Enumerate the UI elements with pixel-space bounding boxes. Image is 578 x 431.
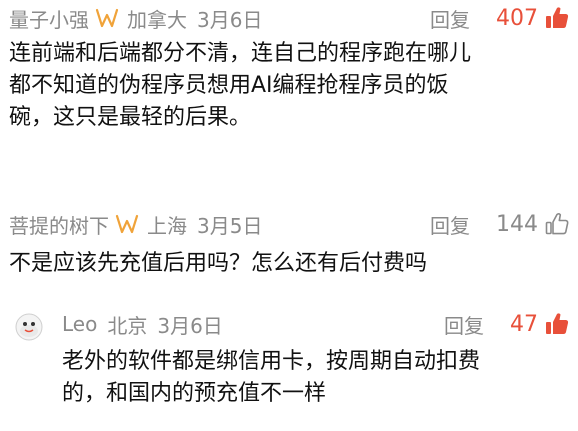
comment-date: 3月6日 — [197, 7, 263, 32]
vip-badge-icon — [115, 214, 139, 234]
comment-meta: Leo 北京 3月6日 回复 47 — [62, 310, 570, 338]
reply-item: Leo 北京 3月6日 回复 47 老外的软件都是绑信用卡，按周期自动扣费 的，… — [0, 300, 578, 431]
thumbs-up-icon[interactable] — [544, 211, 570, 237]
thumbs-up-icon[interactable] — [544, 5, 570, 31]
comment-username[interactable]: 量子小强 — [9, 4, 89, 33]
like-count: 47 — [510, 311, 538, 337]
comment-text: 连前端和后端都分不清，连自己的程序跑在哪儿 都不知道的伪程序员想用AI编程抢程序… — [9, 41, 472, 130]
comment-username[interactable]: Leo — [62, 312, 97, 336]
comment-meta: 菩提的树下 上海 3月5日 回复 144 — [9, 210, 570, 238]
comment-meta: 量子小强 加拿大 3月6日 回复 407 — [9, 4, 570, 32]
like-count: 407 — [496, 5, 538, 31]
comment-location: 北京 — [107, 313, 148, 338]
comment-text: 不是应该先充值后用吗？怎么还有后付费吗 — [9, 251, 428, 276]
comment-date: 3月6日 — [157, 313, 223, 338]
reply-button[interactable]: 回复 — [444, 310, 484, 339]
comment-location: 加拿大 — [127, 7, 187, 32]
comment-username[interactable]: 菩提的树下 — [9, 210, 109, 239]
like-count: 144 — [496, 211, 538, 237]
reply-button[interactable]: 回复 — [430, 210, 470, 239]
comment-item: 量子小强 加拿大 3月6日 回复 407 连前端和后端都分不清，连自己的程序跑在… — [0, 0, 578, 170]
avatar[interactable] — [14, 312, 44, 342]
comment-location: 上海 — [147, 213, 187, 238]
comment-item: 菩提的树下 上海 3月5日 回复 144 不是应该先充值后用吗？怎么还有后付费吗 — [0, 200, 578, 290]
thumbs-up-icon[interactable] — [544, 311, 570, 337]
vip-badge-icon — [95, 8, 119, 28]
reply-button[interactable]: 回复 — [430, 4, 470, 33]
comment-date: 3月5日 — [197, 213, 263, 238]
comment-text: 老外的软件都是绑信用卡，按周期自动扣费 的，和国内的预充值不一样 — [62, 349, 481, 406]
